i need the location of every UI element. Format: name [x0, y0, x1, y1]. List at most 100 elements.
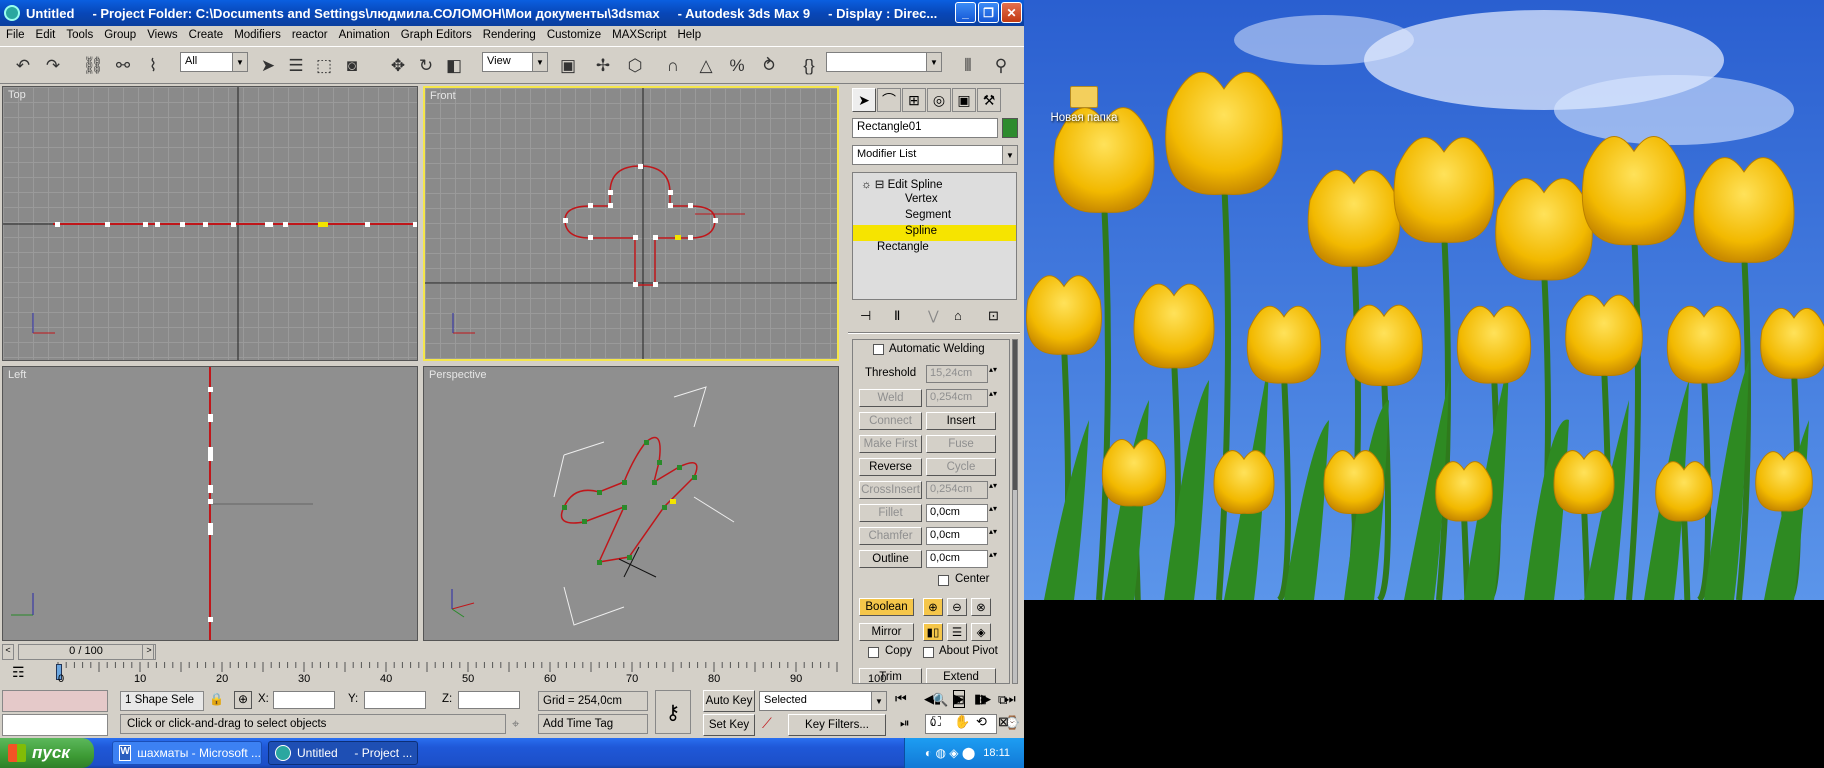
keyboard-shortcut-icon[interactable]: ⬡	[622, 53, 648, 79]
maxscript-listener-pink[interactable]	[2, 690, 108, 712]
align-icon[interactable]: ⚲	[988, 53, 1014, 79]
stack-item-edit-spline[interactable]: ☼ ⊟ Edit Spline	[853, 177, 1016, 193]
outline-button[interactable]: Outline	[859, 550, 922, 568]
remove-modifier-icon[interactable]: ⌂	[954, 308, 962, 323]
select-and-move-icon[interactable]: ✥	[385, 53, 411, 79]
go-to-start-icon[interactable]: ⏮	[895, 691, 907, 707]
make-first-button[interactable]: Make First	[859, 435, 922, 453]
boolean-union-icon[interactable]: ⊕	[923, 598, 943, 616]
copy-checkbox[interactable]	[868, 647, 879, 658]
snaps-toggle-icon[interactable]: ∩	[660, 53, 686, 79]
zoom-icon[interactable]: 🔍	[932, 692, 948, 708]
slider-next-icon[interactable]: >	[142, 644, 156, 660]
display-tab-icon[interactable]: ▣	[952, 88, 976, 112]
menu-edit[interactable]: Edit	[36, 29, 56, 41]
boolean-subtract-icon[interactable]: ⊖	[947, 598, 967, 616]
menu-group[interactable]: Group	[104, 29, 136, 41]
menu-reactor[interactable]: reactor	[292, 29, 328, 41]
boolean-button[interactable]: Boolean	[859, 598, 914, 616]
transform-mode-icon[interactable]: ⊕	[234, 691, 252, 709]
redo-icon[interactable]: ↷	[40, 53, 66, 79]
select-and-scale-icon[interactable]: ◧	[441, 53, 467, 79]
pivot-center-icon[interactable]: ▣	[555, 53, 581, 79]
fuse-button[interactable]: Fuse	[926, 435, 996, 453]
about-pivot-checkbox[interactable]	[923, 647, 934, 658]
threshold-spinner[interactable]: 15,24cm	[926, 365, 999, 383]
modify-tab-icon[interactable]: ⌒	[877, 88, 901, 112]
chamfer-button[interactable]: Chamfer	[859, 527, 922, 545]
time-slider[interactable]: < 0 / 100 >	[0, 644, 845, 661]
add-time-tag[interactable]: Add Time Tag	[538, 714, 648, 734]
menu-maxscript[interactable]: MAXScript	[612, 29, 666, 41]
show-end-result-icon[interactable]: Ⅱ	[894, 308, 900, 324]
edit-named-selection-icon[interactable]: {}	[796, 53, 822, 79]
create-tab-icon[interactable]: ➤	[852, 88, 876, 112]
unlink-icon[interactable]: ⚯	[110, 53, 136, 79]
weld-spinner[interactable]: 0,254cm	[926, 389, 999, 407]
slider-prev-icon[interactable]: <	[2, 644, 14, 660]
extend-button[interactable]: Extend	[926, 668, 996, 683]
mirror-icon[interactable]: ⫴	[955, 53, 981, 79]
outline-spinner[interactable]: 0,0cm	[926, 550, 999, 568]
center-checkbox[interactable]	[938, 575, 949, 586]
pan-icon[interactable]: ✋	[954, 714, 970, 730]
viewport-left[interactable]: Left	[2, 366, 418, 641]
command-panel-scrollbar[interactable]	[1012, 339, 1018, 684]
percent-snap-icon[interactable]: %	[724, 53, 750, 79]
mirror-button[interactable]: Mirror	[859, 623, 914, 641]
undo-icon[interactable]: ↶	[10, 53, 36, 79]
menu-animation[interactable]: Animation	[339, 29, 390, 41]
taskbar-item-3dsmax[interactable]: Untitled - Project ...	[268, 741, 418, 765]
fillet-button[interactable]: Fillet	[859, 504, 922, 522]
named-selection-dropdown[interactable]: ▼	[826, 52, 942, 72]
utilities-tab-icon[interactable]: ⚒	[977, 88, 1001, 112]
angle-snap-icon[interactable]: △	[693, 53, 719, 79]
rectangular-selection-icon[interactable]: ⬚	[311, 53, 337, 79]
crossinsert-button[interactable]: CrossInsert	[859, 481, 922, 499]
desktop-folder[interactable]: Новая папка	[1044, 86, 1124, 124]
select-and-link-icon[interactable]: ⛓	[80, 53, 106, 79]
object-color-swatch[interactable]	[1002, 118, 1018, 138]
reference-coordinate-dropdown[interactable]: View ▼	[482, 52, 548, 72]
connect-button[interactable]: Connect	[859, 412, 922, 430]
tray-icons[interactable]: ◐ ◍ ◈ ⬤	[925, 746, 975, 760]
select-object-icon[interactable]: ➤	[255, 53, 281, 79]
taskbar-item-word[interactable]: W шахматы - Microsoft ...	[112, 741, 262, 765]
menu-views[interactable]: Views	[147, 29, 177, 41]
set-key-button[interactable]: Set Key	[703, 714, 755, 736]
arc-rotate-icon[interactable]: ⟲	[976, 714, 987, 730]
minimize-button[interactable]: _	[955, 2, 976, 23]
track-bar-icon[interactable]: ☶	[12, 664, 25, 681]
stack-item-spline[interactable]: Spline	[853, 225, 1016, 241]
menu-create[interactable]: Create	[189, 29, 224, 41]
select-by-name-icon[interactable]: ☰	[283, 53, 309, 79]
chamfer-spinner[interactable]: 0,0cm	[926, 527, 999, 545]
key-tangent-icon[interactable]: ⟋	[762, 715, 772, 732]
selection-filter-dropdown[interactable]: All ▼	[180, 52, 248, 72]
modifier-list-dropdown[interactable]: Modifier List ▼	[852, 145, 1018, 165]
stack-item-segment[interactable]: Segment	[853, 209, 1016, 225]
mouse-icon[interactable]: ⌖	[512, 716, 519, 732]
key-mode-dropdown[interactable]: Selected ▼	[759, 691, 887, 711]
fillet-spinner[interactable]: 0,0cm	[926, 504, 999, 522]
z-coordinate-field[interactable]	[458, 691, 520, 709]
reverse-button[interactable]: Reverse	[859, 458, 922, 476]
zoom-extents-icon[interactable]: ⊡	[976, 692, 987, 708]
time-slider-thumb[interactable]: 0 / 100	[18, 644, 154, 660]
key-filters-button[interactable]: Key Filters...	[788, 714, 886, 736]
mirror-vertical-icon[interactable]: ☰	[947, 623, 967, 641]
maximize-viewport-icon[interactable]: ⊠	[998, 714, 1009, 730]
weld-button[interactable]: Weld	[859, 389, 922, 407]
configure-sets-icon[interactable]: ⊡	[988, 308, 999, 324]
menu-graph-editors[interactable]: Graph Editors	[401, 29, 472, 41]
viewport-top[interactable]: Top	[2, 86, 418, 361]
object-name-field[interactable]: Rectangle01	[852, 118, 998, 138]
viewport-perspective[interactable]: Perspective	[423, 366, 839, 641]
menu-tools[interactable]: Tools	[66, 29, 93, 41]
automatic-welding-checkbox[interactable]	[873, 344, 884, 355]
motion-tab-icon[interactable]: ◎	[927, 88, 951, 112]
zoom-extents-all-icon[interactable]: ⧉	[998, 692, 1007, 708]
maxscript-listener-white[interactable]	[2, 714, 108, 736]
cycle-button[interactable]: Cycle	[926, 458, 996, 476]
key-icon[interactable]: ⚷	[655, 690, 691, 734]
